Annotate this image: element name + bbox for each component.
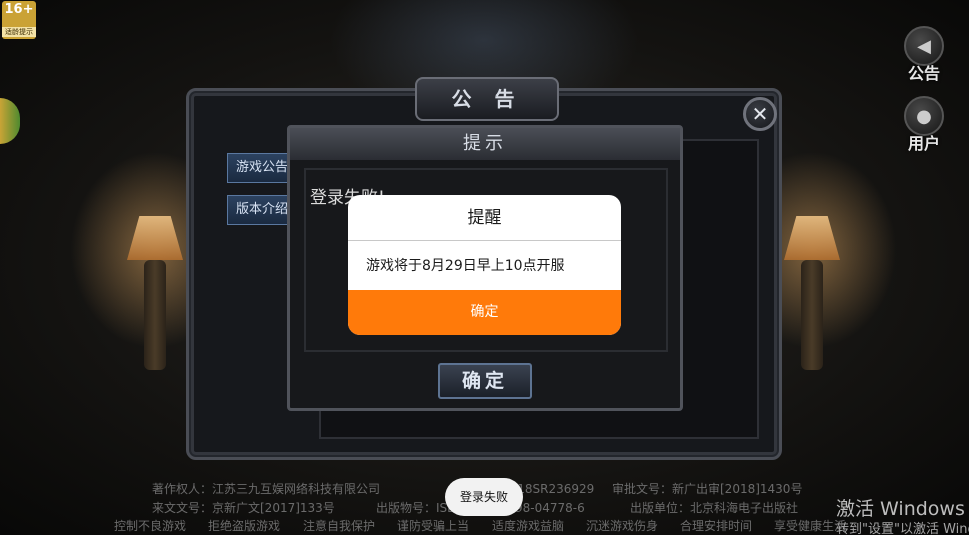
age-rating-note: 适龄提示 [2, 27, 36, 37]
announcement-label: 公告 [907, 64, 940, 83]
footer-publisher: 出版单位：北京科海电子出版社 [630, 501, 799, 515]
windows-activation-title: 激活 Windows [836, 498, 965, 520]
health-notice-5: 适度游戏益脑 [492, 519, 565, 533]
health-notice-4: 谨防受骗上当 [397, 519, 470, 533]
windows-activation-hint: 转到"设置"以激活 Windows。 [836, 522, 969, 535]
health-notice-6: 沉迷游戏伤身 [586, 519, 659, 533]
right-lamp-post [801, 260, 823, 370]
login-failed-toast: 登录失败 [445, 478, 523, 516]
health-notice-7: 合理安排时间 [680, 519, 753, 533]
alert-confirm-button[interactable]: 确定 [348, 290, 621, 335]
left-lamp-post [144, 260, 166, 370]
alert-title: 提醒 [348, 195, 621, 241]
announcement-button[interactable]: ◀ 公告 [897, 26, 951, 84]
health-notice-3: 注意自我保护 [303, 519, 376, 533]
health-notice-1: 控制不良游戏 [114, 519, 187, 533]
tip-ok-button[interactable]: 确定 [438, 363, 532, 399]
age-rating: 16+ [4, 2, 34, 17]
close-icon[interactable]: ✕ [743, 97, 777, 131]
alert-message: 游戏将于8月29日早上10点开服 [366, 258, 565, 274]
footer-document-no: 来文文号：京新广文[2017]133号 [152, 501, 335, 515]
user-button[interactable]: ● 用户 [897, 96, 951, 154]
health-notice-2: 拒绝盗版游戏 [208, 519, 281, 533]
footer-approval: 审批文号：新广出审[2018]1430号 [612, 482, 803, 496]
user-label: 用户 [907, 134, 940, 153]
alert-dialog: 提醒 游戏将于8月29日早上10点开服 确定 [348, 195, 621, 335]
age-rating-badge: 16+ 适龄提示 [2, 1, 36, 39]
announcement-title: 公 告 [415, 77, 559, 121]
tip-dialog-title: 提示 [290, 128, 680, 160]
footer-copyright: 著作权人：江苏三九互娱网络科技有限公司 [152, 482, 381, 496]
